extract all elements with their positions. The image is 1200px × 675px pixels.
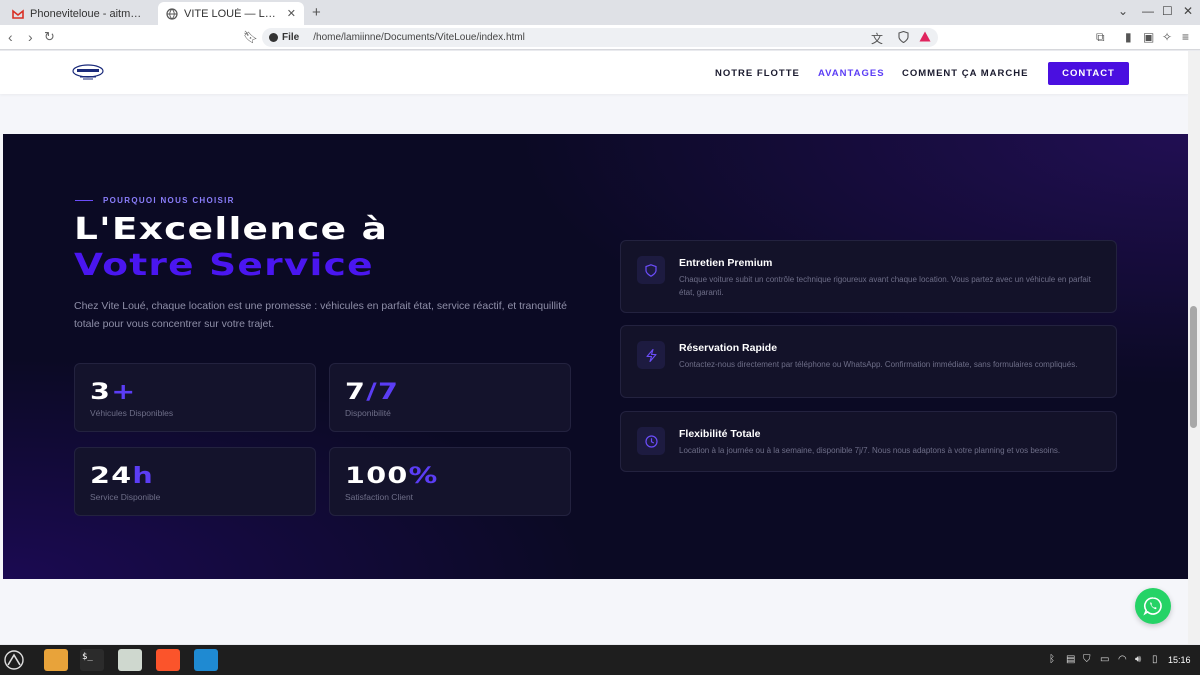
display-icon[interactable]: ▭ — [1100, 654, 1109, 665]
gmail-icon — [12, 8, 24, 19]
brave-shield-icon[interactable] — [898, 31, 909, 43]
sidebar-icon[interactable]: ▮ — [1125, 30, 1132, 44]
section-lead: Chez Vite Loué, chaque location est une … — [74, 300, 568, 330]
section-title-line1: L'Excellence à — [74, 212, 389, 247]
bluetooth-icon[interactable]: ᛒ — [1049, 654, 1055, 665]
site-logo[interactable] — [72, 63, 104, 81]
eyebrow-line — [75, 200, 93, 201]
page-viewport: NOTRE FLOTTE AVANTAGES COMMENT ÇA MARCHE… — [0, 51, 1200, 644]
maximize-icon[interactable]: ☐ — [1162, 4, 1173, 18]
new-tab-button[interactable]: + — [312, 4, 321, 21]
nav-comment-ca-marche[interactable]: COMMENT ÇA MARCHE — [902, 68, 1028, 79]
feature-description: Location à la journée ou à la semaine, d… — [679, 446, 1061, 455]
stat-value: 100% — [345, 464, 439, 489]
leo-icon[interactable]: ✧ — [1162, 30, 1172, 44]
bookmark-icon[interactable]: 🔖︎ — [243, 30, 258, 44]
nav-notre-flotte[interactable]: NOTRE FLOTTE — [715, 68, 800, 79]
contact-button[interactable]: CONTACT — [1048, 62, 1129, 85]
stat-card: 3+ Véhicules Disponibles — [74, 363, 316, 432]
stat-label: Disponibilité — [345, 408, 391, 418]
stat-value: 3+ — [90, 380, 137, 405]
security-icon[interactable]: ⛉ — [1083, 654, 1091, 665]
stat-card: 100% Satisfaction Client — [329, 447, 571, 516]
address-bar-row: ‹ › ↻ 🔖︎ File /home/lamiinne/Documents/V… — [0, 25, 1200, 50]
globe-icon — [166, 7, 178, 20]
terminal-icon[interactable]: $_ — [80, 649, 104, 671]
minimize-icon[interactable]: — — [1142, 4, 1154, 18]
clock-icon — [637, 427, 665, 455]
stat-label: Service Disponible — [90, 492, 161, 502]
brave-icon[interactable] — [156, 649, 180, 671]
chevron-down-icon[interactable]: ⌄ — [1118, 4, 1128, 18]
taskbar-clock: 15:16 — [1168, 655, 1191, 665]
url-field[interactable]: File /home/lamiinne/Documents/ViteLoue/i… — [262, 28, 938, 47]
feature-title: Réservation Rapide — [679, 342, 778, 354]
tab-label: VITE LOUÉ — Location de Voiture — [184, 7, 281, 20]
feature-card-entretien: Entretien Premium Chaque voiture subit u… — [620, 240, 1117, 313]
brave-rewards-icon[interactable] — [919, 31, 931, 42]
wifi-icon[interactable]: ◠ — [1118, 654, 1127, 665]
section-title-line2: Votre Service — [74, 248, 374, 283]
scrollbar-thumb[interactable] — [1190, 306, 1197, 428]
clipboard-icon[interactable]: ▤ — [1066, 654, 1075, 665]
nav-avantages[interactable]: AVANTAGES — [818, 68, 885, 79]
site-header: NOTRE FLOTTE AVANTAGES COMMENT ÇA MARCHE… — [0, 51, 1188, 94]
whatsapp-icon — [1143, 597, 1162, 616]
tab-viteloue[interactable]: VITE LOUÉ — Location de Voiture ✕ — [158, 2, 304, 25]
extensions-icon[interactable]: ⧉ — [1096, 30, 1105, 45]
window-close-icon[interactable]: ✕ — [1183, 4, 1193, 18]
feature-description: Contactez-nous directement par téléphone… — [679, 360, 1078, 369]
url-text: /home/lamiinne/Documents/ViteLoue/index.… — [313, 32, 525, 43]
translate-icon[interactable]: 文 — [871, 30, 883, 47]
feature-title: Entretien Premium — [679, 257, 773, 269]
settings-icon[interactable] — [118, 649, 142, 671]
page-scrollbar[interactable] — [1188, 51, 1200, 644]
info-icon[interactable] — [269, 33, 278, 42]
feature-description: Chaque voiture subit un contrôle techniq… — [679, 275, 1091, 297]
battery-icon[interactable]: ▯ — [1152, 654, 1158, 665]
files-icon[interactable] — [44, 649, 68, 671]
feature-card-reservation: Réservation Rapide Contactez-nous direct… — [620, 325, 1117, 398]
wallet-icon[interactable]: ▣ — [1143, 30, 1154, 44]
start-menu-icon[interactable] — [4, 650, 24, 670]
stat-value: 7/7 — [345, 380, 400, 405]
avantages-section: POURQUOI NOUS CHOISIR L'Excellence à Vot… — [3, 134, 1188, 579]
lightning-icon — [637, 341, 665, 369]
tab-label: Phoneviteloue - aitmoulamohamed — [30, 7, 146, 20]
stat-card: 24h Service Disponible — [74, 447, 316, 516]
stat-label: Satisfaction Client — [345, 492, 414, 502]
volume-icon[interactable]: 🔊︎ — [1135, 654, 1141, 665]
stat-card: 7/7 Disponibilité — [329, 363, 571, 432]
url-scheme: File — [282, 32, 300, 43]
os-taskbar: $_ ᛒ ▤ ⛉ ▭ ◠ 🔊︎ ▯ 15:16 — [0, 645, 1200, 675]
shield-icon — [637, 256, 665, 284]
stat-label: Véhicules Disponibles — [90, 408, 174, 418]
back-icon[interactable]: ‹ — [8, 29, 13, 45]
forward-icon[interactable]: › — [28, 29, 33, 45]
reload-icon[interactable]: ↻ — [44, 29, 55, 45]
close-icon[interactable]: ✕ — [287, 7, 296, 20]
menu-icon[interactable]: ≡ — [1182, 30, 1189, 44]
vscode-icon[interactable] — [194, 649, 218, 671]
stat-value: 24h — [90, 464, 155, 489]
feature-title: Flexibilité Totale — [679, 428, 761, 440]
tab-gmail[interactable]: Phoneviteloue - aitmoulamohamed — [4, 2, 154, 25]
browser-tab-bar: Phoneviteloue - aitmoulamohamed VITE LOU… — [0, 0, 1200, 25]
feature-card-flexibilite: Flexibilité Totale Location à la journée… — [620, 411, 1117, 472]
section-eyebrow: POURQUOI NOUS CHOISIR — [103, 196, 235, 205]
whatsapp-button[interactable] — [1135, 588, 1171, 624]
